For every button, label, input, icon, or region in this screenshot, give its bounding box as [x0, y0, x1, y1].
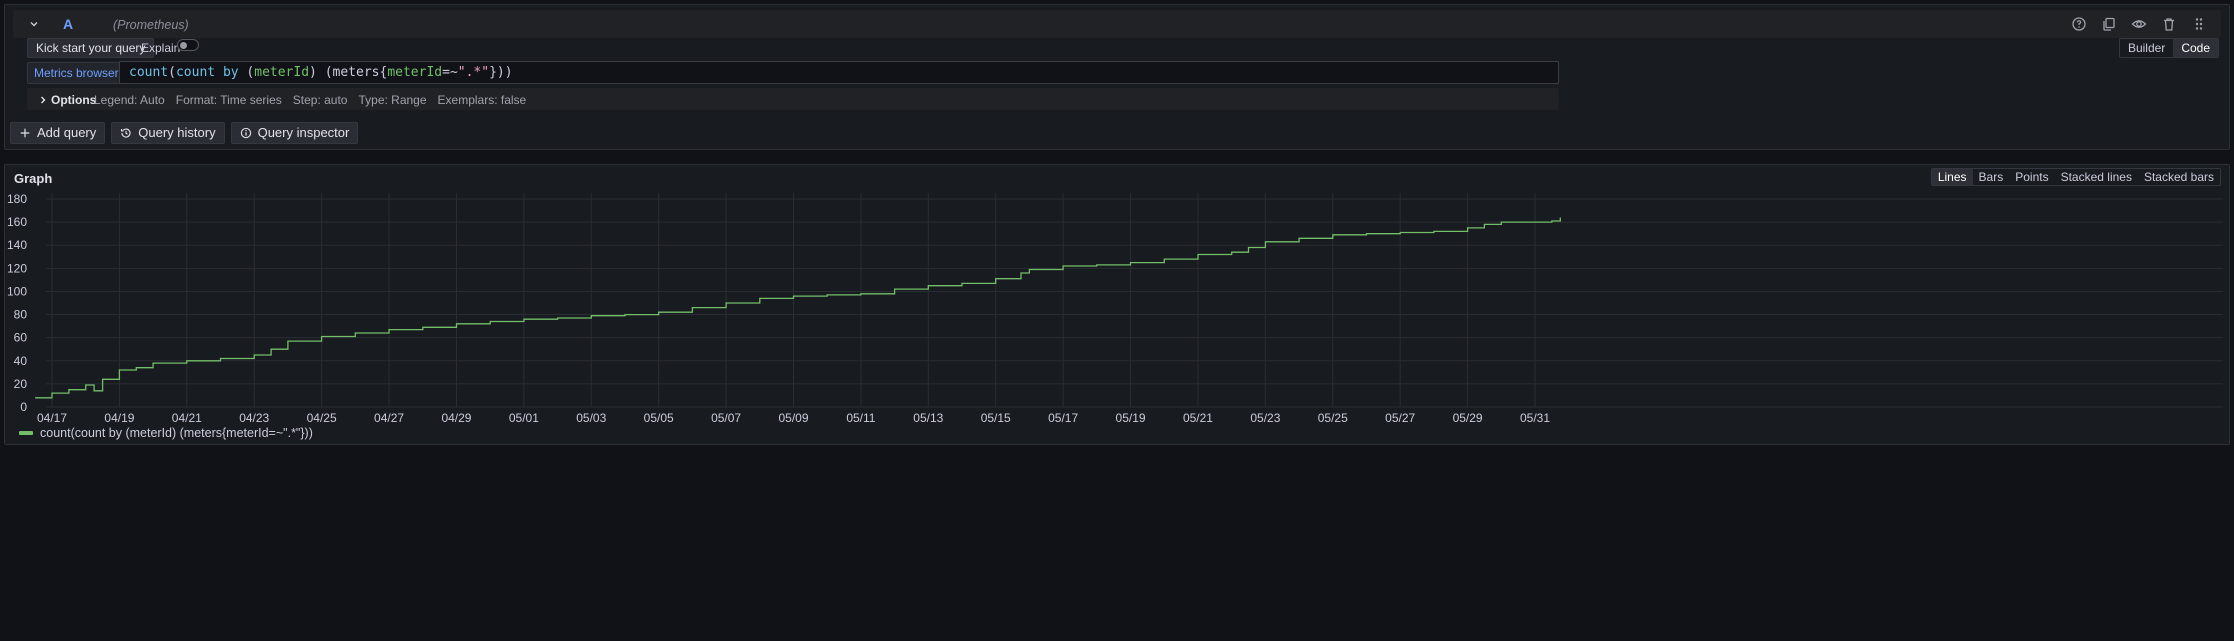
x-tick-label: 04/29	[441, 411, 471, 425]
chart-legend[interactable]: count(count by (meterId) (meters{meterId…	[19, 426, 313, 440]
x-tick-label: 05/21	[1183, 411, 1213, 425]
y-tick-label: 160	[7, 215, 27, 229]
graph-panel: Graph Lines Bars Points Stacked lines St…	[4, 164, 2230, 445]
code-mode-button[interactable]: Code	[2173, 39, 2218, 57]
options-summary: Legend: Auto Format: Time series Step: a…	[94, 93, 526, 107]
y-tick-label: 20	[14, 377, 28, 391]
expr-token: ) (meters{	[309, 65, 388, 80]
y-tick-label: 120	[7, 261, 27, 275]
expr-token	[215, 65, 223, 80]
expr-token: ".*"	[457, 65, 490, 80]
x-tick-label: 05/09	[778, 411, 808, 425]
editor-mode-switch: Builder Code	[2118, 38, 2219, 58]
eye-icon[interactable]	[2131, 16, 2147, 32]
y-tick-label: 60	[14, 331, 28, 345]
expr-token: (	[238, 65, 255, 80]
plus-icon	[20, 128, 30, 138]
x-tick-label: 05/13	[913, 411, 943, 425]
x-tick-label: 04/17	[37, 411, 67, 425]
query-letter[interactable]: A	[63, 16, 73, 32]
kick-start-button[interactable]: Kick start your query	[27, 38, 155, 58]
expr-token: =~	[442, 65, 458, 80]
legend-swatch	[19, 431, 33, 435]
query-history-label: Query history	[138, 125, 216, 140]
add-query-label: Add query	[37, 125, 97, 140]
expr-token: meterId	[254, 65, 310, 80]
x-tick-label: 05/03	[576, 411, 606, 425]
query-row-header: A (Prometheus)	[13, 10, 2221, 38]
option-legend: Legend: Auto	[94, 93, 165, 107]
y-tick-label: 0	[20, 400, 27, 414]
x-tick-label: 05/29	[1453, 411, 1483, 425]
time-series-chart[interactable]: 0 20 40 60 80 100 120 140 160 180 04/17 04/19 04/21 0…	[5, 165, 2229, 425]
chevron-down-icon[interactable]	[27, 17, 41, 31]
x-tick-label: 05/07	[711, 411, 741, 425]
promql-query-input[interactable]: count(count by (meterId) (meters{meterId…	[119, 61, 1559, 84]
query-inspector-label: Query inspector	[257, 125, 350, 140]
expr-token: (	[168, 65, 176, 80]
options-title[interactable]: Options	[51, 93, 96, 107]
option-exemplars: Exemplars: false	[437, 93, 527, 107]
x-tick-label: 05/31	[1520, 411, 1550, 425]
query-editor-panel: A (Prometheus) Kick start your query Exp…	[4, 4, 2230, 150]
info-icon	[240, 127, 251, 139]
explain-toggle[interactable]	[177, 39, 199, 51]
query-options-row[interactable]: Options Legend: Auto Format: Time series…	[27, 88, 1559, 110]
x-tick-label: 05/05	[644, 411, 674, 425]
option-step: Step: auto	[292, 93, 348, 107]
trash-icon[interactable]	[2161, 16, 2177, 32]
history-icon	[121, 128, 131, 138]
y-tick-label: 100	[7, 284, 27, 298]
help-icon[interactable]	[2071, 16, 2087, 32]
query-history-button[interactable]: Query history	[111, 122, 225, 144]
query-row-actions	[2071, 16, 2207, 32]
query-inspector-button[interactable]: Query inspector	[230, 122, 359, 144]
explain-label: Explain	[141, 41, 181, 55]
metrics-browser-button[interactable]: Metrics browser ›	[27, 62, 134, 84]
expr-token: by	[222, 65, 239, 80]
y-tick-label: 180	[7, 192, 27, 206]
expr-token: meterId	[387, 65, 443, 80]
x-tick-label: 05/23	[1250, 411, 1280, 425]
expr-token: }))	[489, 65, 513, 80]
y-tick-label: 80	[14, 308, 28, 322]
option-format: Format: Time series	[175, 93, 282, 107]
expr-token: count	[175, 65, 216, 80]
x-tick-label: 05/11	[846, 411, 875, 425]
toggle-knob	[180, 42, 187, 49]
y-tick-label: 140	[7, 238, 27, 252]
y-tick-label: 40	[14, 354, 28, 368]
option-type: Type: Range	[358, 93, 427, 107]
add-query-button[interactable]: Add query	[10, 122, 106, 144]
x-tick-label: 04/25	[307, 411, 337, 425]
x-tick-label: 05/01	[509, 411, 539, 425]
chevron-right-icon[interactable]	[37, 94, 49, 106]
drag-handle-icon[interactable]	[2191, 16, 2207, 32]
query-actions: Add query Query history Query inspector	[10, 122, 359, 144]
x-tick-label: 04/27	[374, 411, 404, 425]
datasource-name: (Prometheus)	[113, 18, 189, 32]
series-line[interactable]	[35, 217, 1561, 399]
x-tick-label: 05/15	[981, 411, 1011, 425]
x-tick-label: 04/23	[239, 411, 269, 425]
x-tick-label: 04/19	[104, 411, 134, 425]
duplicate-icon[interactable]	[2101, 16, 2117, 32]
x-tick-label: 04/21	[172, 411, 202, 425]
x-tick-label: 05/19	[1116, 411, 1146, 425]
legend-series-label: count(count by (meterId) (meters{meterId…	[40, 426, 313, 440]
x-tick-label: 05/27	[1385, 411, 1415, 425]
x-tick-label: 05/25	[1318, 411, 1348, 425]
x-tick-label: 05/17	[1048, 411, 1078, 425]
expr-token: count	[129, 65, 169, 80]
builder-mode-button[interactable]: Builder	[2120, 39, 2173, 57]
